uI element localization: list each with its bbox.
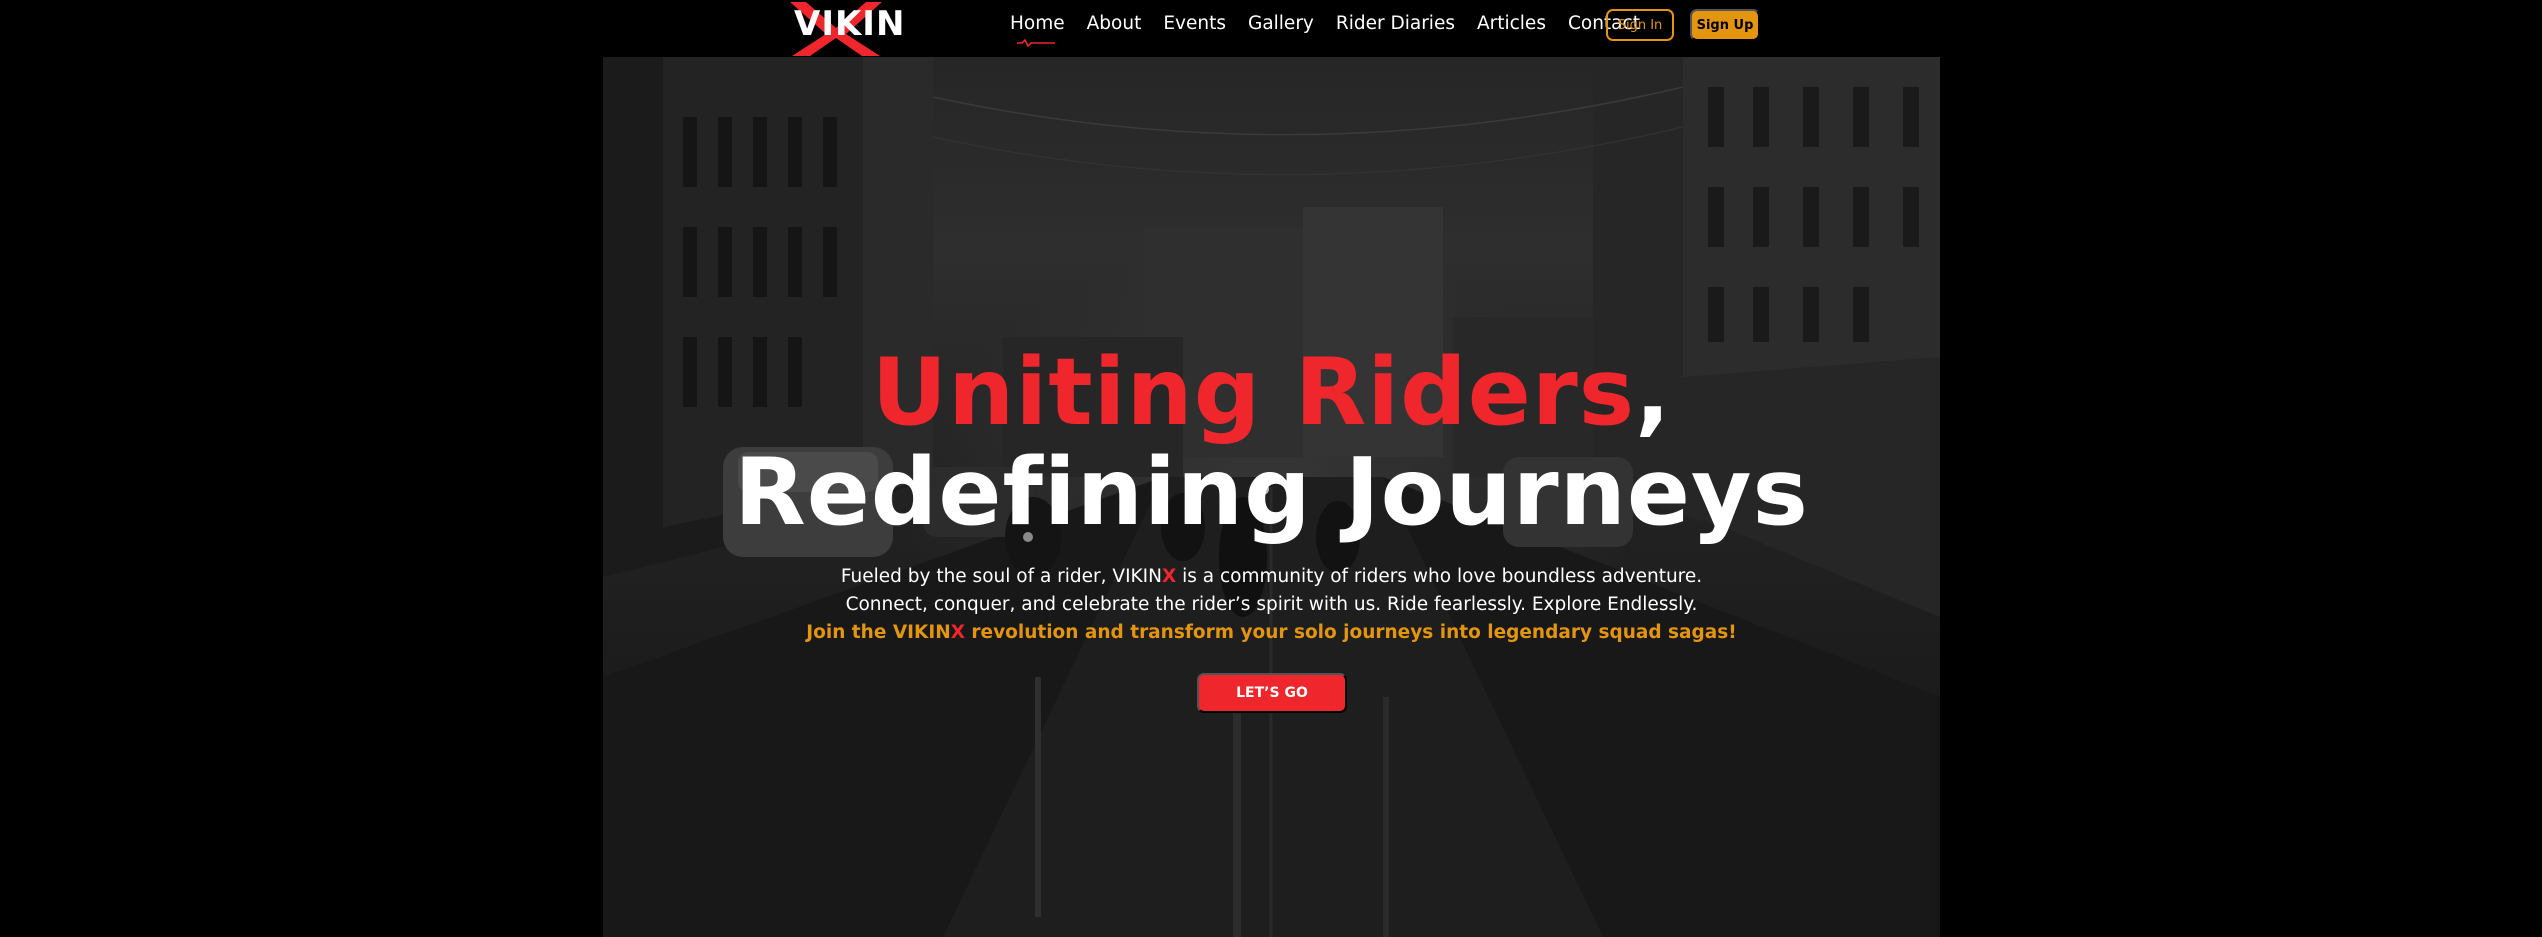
line1-end: is a community of riders who love boundl… [1176, 566, 1703, 587]
nav-about-label: About [1086, 13, 1142, 34]
brand-x-mark: X [1161, 566, 1177, 587]
line3-end: revolution and transform your solo journ… [964, 622, 1737, 643]
hero-description: Fueled by the soul of a rider, VIKINX is… [603, 563, 1940, 647]
nav-rider-diaries-label: Rider Diaries [1335, 13, 1455, 34]
nav-articles-label: Articles [1476, 13, 1546, 34]
line1-start: Fueled by the soul of a rider, VIKIN [840, 566, 1162, 587]
nav-home-label: Home [1010, 13, 1065, 34]
hero-headline: Uniting Riders, Redefining Journeys [603, 342, 1940, 542]
description-line-3: Join the VIKINX revolution and transform… [603, 619, 1940, 647]
logo-text: VIKIN [794, 4, 906, 44]
description-line-1: Fueled by the soul of a rider, VIKINX is… [603, 563, 1940, 591]
nav-home[interactable]: Home [1010, 13, 1065, 47]
active-wave-underline-icon [1017, 39, 1055, 47]
sign-in-button[interactable]: Sign In [1606, 9, 1674, 41]
main-nav: Home About Events Gallery Rider Diaries … [1010, 13, 1640, 47]
sign-up-button[interactable]: Sign Up [1690, 9, 1760, 41]
nav-events-label: Events [1163, 13, 1226, 34]
navbar: VIKIN Home About Events Gallery Rider Di… [0, 0, 2542, 57]
lets-go-button[interactable]: LET’S GO [1197, 673, 1347, 713]
nav-articles[interactable]: Articles [1477, 13, 1546, 34]
nav-events[interactable]: Events [1163, 13, 1226, 34]
brand-x-mark: X [950, 622, 965, 643]
nav-about[interactable]: About [1087, 13, 1142, 34]
description-line-2: Connect, conquer, and celebrate the ride… [845, 594, 1698, 615]
hero-section: Uniting Riders, Redefining Journeys Fuel… [603, 57, 1940, 937]
nav-rider-diaries[interactable]: Rider Diaries [1336, 13, 1455, 34]
line3-start: Join the VIKIN [806, 622, 951, 643]
headline-red-part: Uniting Riders [871, 338, 1636, 446]
nav-gallery-label: Gallery [1247, 13, 1314, 34]
nav-gallery[interactable]: Gallery [1248, 13, 1314, 34]
logo[interactable]: VIKIN [788, 2, 904, 56]
